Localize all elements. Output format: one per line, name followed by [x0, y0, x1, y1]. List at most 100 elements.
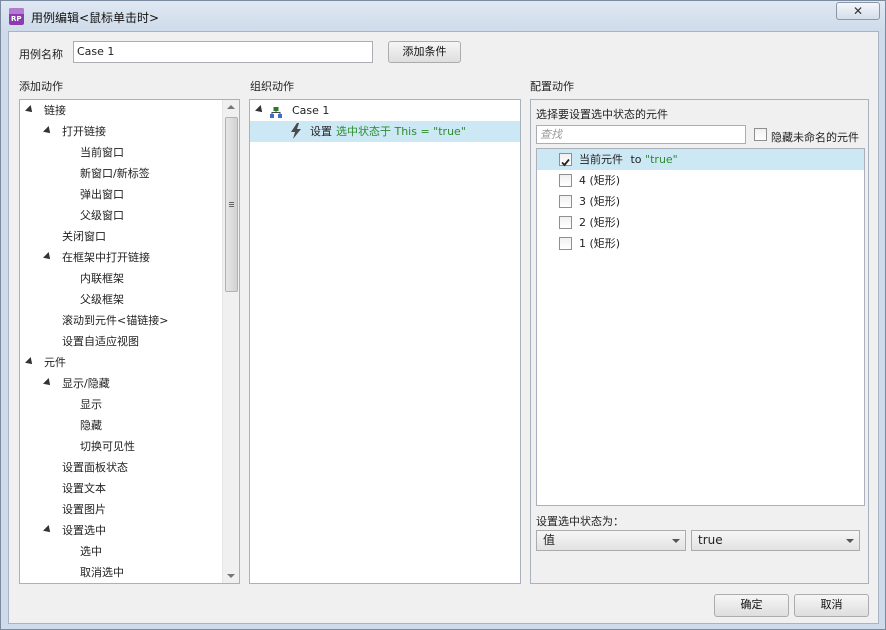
tree-item[interactable]: 隐藏 [20, 415, 220, 436]
tree-scrollbar[interactable] [222, 100, 239, 583]
widget-checkbox[interactable] [559, 195, 572, 208]
widget-name: 1 (矩形) [579, 237, 621, 250]
tree-item-label: 设置选中 [62, 524, 106, 537]
expand-triangle-icon[interactable] [25, 357, 35, 367]
tree-item[interactable]: 关闭窗口 [20, 226, 220, 247]
tree-item-label: 切换可见性 [80, 440, 135, 453]
tree-item-label: 显示 [80, 398, 102, 411]
tree-item-label: 打开链接 [62, 125, 106, 138]
dialog-body: 用例名称 Case 1 添加条件 添加动作 组织动作 配置动作 链接 打开链接 当前… [8, 31, 879, 624]
collapse-triangle-icon[interactable] [255, 105, 265, 115]
tree-item-label: 父级窗口 [80, 209, 124, 222]
organize-action-heading: 组织动作 [250, 80, 294, 93]
scroll-thumb[interactable] [225, 117, 238, 292]
tree-item-label: 设置文本 [62, 482, 106, 495]
tree-item[interactable]: 设置图片 [20, 499, 220, 520]
configure-action-panel: 选择要设置选中状态的元件 查找 隐藏未命名的元件 当前元件 to "true" 4… [530, 99, 869, 584]
tree-item[interactable]: 设置选中 [20, 520, 220, 541]
state-mode-select[interactable]: 值 [536, 530, 686, 551]
expand-triangle-icon[interactable] [43, 252, 53, 262]
widget-search-input[interactable]: 查找 [536, 125, 746, 144]
action-prefix: 设置 [310, 125, 332, 138]
tree-item-label: 滚动到元件<锚链接> [62, 314, 169, 327]
expand-triangle-icon[interactable] [43, 525, 53, 535]
add-condition-button[interactable]: 添加条件 [388, 41, 461, 63]
chevron-down-icon [846, 539, 854, 543]
tree-item[interactable]: 元件 [20, 352, 220, 373]
title-bar: RP 用例编辑<鼠标单击时> ✕ [1, 1, 885, 31]
organize-action-tree: Case 1 设置 选中状态于 This = "true" [249, 99, 521, 584]
tree-item[interactable]: 打开链接 [20, 121, 220, 142]
tree-item[interactable]: 取消选中 [20, 562, 220, 583]
tree-item[interactable]: 滚动到元件<锚链接> [20, 310, 220, 331]
widget-name: 当前元件 [579, 153, 623, 166]
tree-item[interactable]: 当前窗口 [20, 142, 220, 163]
tree-item[interactable]: 切换可见性 [20, 436, 220, 457]
app-icon: RP [9, 8, 24, 25]
tree-item-label: 显示/隐藏 [62, 377, 110, 390]
widget-value: "true" [645, 153, 678, 166]
state-value-select[interactable]: true [691, 530, 860, 551]
case-row[interactable]: Case 1 [250, 100, 520, 121]
tree-item-label: 关闭窗口 [62, 230, 106, 243]
widget-checkbox[interactable] [559, 216, 572, 229]
widget-checkbox[interactable] [559, 237, 572, 250]
add-action-tree: 链接打开链接当前窗口新窗口/新标签 弹出窗口父级窗口关闭窗口在框架中打开链接内联框… [19, 99, 240, 584]
tree-item-label: 链接 [44, 104, 66, 117]
tree-item[interactable]: 链接 [20, 100, 220, 121]
widget-name: 2 (矩形) [579, 216, 621, 229]
widget-row[interactable]: 2 (矩形) [537, 212, 864, 233]
tree-item[interactable]: 显示/隐藏 [20, 373, 220, 394]
lightning-icon [290, 123, 302, 146]
tree-item[interactable]: 父级框架 [20, 289, 220, 310]
close-button[interactable]: ✕ [836, 2, 880, 20]
tree-item-label: 元件 [44, 356, 66, 369]
checked-checkbox[interactable] [559, 153, 572, 167]
action-row[interactable]: 设置 选中状态于 This = "true" [250, 121, 520, 142]
expand-triangle-icon[interactable] [43, 126, 53, 136]
tree-item-label: 设置自适应视图 [62, 335, 139, 348]
tree-item[interactable]: 在框架中打开链接 [20, 247, 220, 268]
widget-row[interactable]: 1 (矩形) [537, 233, 864, 254]
case-name-input[interactable]: Case 1 [73, 41, 373, 63]
tree-item-label: 隐藏 [80, 419, 102, 432]
tree-item-label: 选中 [80, 545, 102, 558]
window-title: 用例编辑<鼠标单击时> [31, 11, 160, 25]
tree-item[interactable]: 弹出窗口 [20, 184, 220, 205]
tree-item[interactable]: 设置文本 [20, 478, 220, 499]
tree-item-label: 弹出窗口 [80, 188, 124, 201]
action-detail: 选中状态于 This = "true" [336, 125, 466, 138]
widget-row[interactable]: 当前元件 to "true" [537, 149, 864, 170]
tree-item-label: 当前窗口 [80, 146, 124, 159]
expand-triangle-icon[interactable] [43, 378, 53, 388]
tree-item[interactable]: 设置面板状态 [20, 457, 220, 478]
tree-item-label: 在框架中打开链接 [62, 251, 150, 264]
tree-item-label: 父级框架 [80, 293, 124, 306]
widget-row[interactable]: 3 (矩形) [537, 191, 864, 212]
tree-item[interactable]: 选中 [20, 541, 220, 562]
widget-suffix: to [627, 153, 646, 166]
tree-item[interactable]: 新窗口/新标签 [20, 163, 220, 184]
tree-item-label: 新窗口/新标签 [80, 167, 150, 180]
set-state-label: 设置选中状态为： [536, 515, 624, 528]
widget-name: 3 (矩形) [579, 195, 621, 208]
scroll-down-icon[interactable] [227, 574, 235, 578]
tree-item[interactable]: 显示 [20, 394, 220, 415]
tree-item[interactable]: 内联框架 [20, 268, 220, 289]
tree-item[interactable]: 设置自适应视图 [20, 331, 220, 352]
expand-triangle-icon[interactable] [25, 105, 35, 115]
checkmark-icon [561, 158, 570, 167]
configure-action-heading: 配置动作 [530, 80, 574, 93]
tree-item-label: 取消选中 [80, 566, 124, 579]
tree-item-label: 内联框架 [80, 272, 124, 285]
widget-name: 4 (矩形) [579, 174, 621, 187]
hide-unnamed-checkbox[interactable] [754, 128, 767, 141]
ok-button[interactable]: 确定 [714, 594, 789, 617]
state-mode-value: 值 [543, 533, 556, 547]
cancel-button[interactable]: 取消 [794, 594, 869, 617]
widget-checkbox[interactable] [559, 174, 572, 187]
widget-list: 当前元件 to "true" 4 (矩形) 3 (矩形) 2 (矩形) 1 (矩形) [536, 148, 865, 506]
widget-row[interactable]: 4 (矩形) [537, 170, 864, 191]
tree-item[interactable]: 父级窗口 [20, 205, 220, 226]
scroll-up-icon[interactable] [227, 105, 235, 109]
